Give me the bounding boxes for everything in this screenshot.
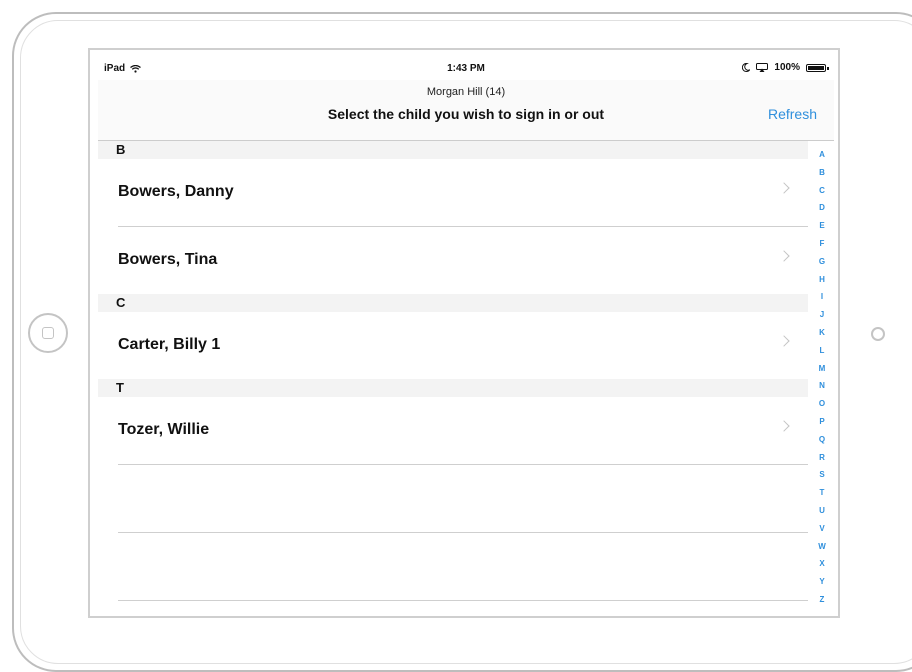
child-name: Bowers, Tina [118,251,218,268]
index-letter-z[interactable]: Z [812,591,832,609]
status-time: 1:43 PM [447,63,485,74]
screen-content: iPad 1:43 PM 100% Morgan Hill (14) Selec… [98,56,834,612]
refresh-button[interactable]: Refresh [768,106,817,122]
index-letter-k[interactable]: K [812,324,832,342]
child-name: Bowers, Danny [118,183,234,200]
row-separator [118,600,808,601]
empty-row [98,533,808,601]
empty-row [98,465,808,533]
moon-icon [742,63,751,72]
chevron-right-icon [778,420,790,432]
index-letter-g[interactable]: G [812,253,832,271]
index-letter-o[interactable]: O [812,395,832,413]
battery-fill [808,65,824,70]
section-header-t: T [98,379,808,397]
index-letter-x[interactable]: X [812,555,832,573]
index-letter-l[interactable]: L [812,342,832,360]
section-header-c: C [98,294,808,312]
nav-title: Select the child you wish to sign in or … [327,106,605,122]
index-letter-j[interactable]: J [812,306,832,324]
section-index[interactable]: A B C D E F G H I J K L M N O P Q R S T … [812,146,832,609]
index-letter-w[interactable]: W [812,538,832,556]
chevron-right-icon [778,335,790,347]
index-letter-t[interactable]: T [812,484,832,502]
battery-icon [806,63,829,72]
index-letter-s[interactable]: S [812,466,832,484]
index-letter-c[interactable]: C [812,182,832,200]
child-name: Tozer, Willie [118,421,210,438]
chevron-right-icon [778,182,790,194]
index-letter-a[interactable]: A [812,146,832,164]
status-right: 100% [742,62,829,73]
list-item-bowers-danny[interactable]: Bowers, Danny [98,159,808,227]
index-letter-n[interactable]: N [812,377,832,395]
nav-bar: Morgan Hill (14) Select the child you wi… [98,80,834,141]
battery-percent: 100% [774,62,800,73]
status-bar: iPad 1:43 PM 100% [98,56,834,80]
index-letter-v[interactable]: V [812,520,832,538]
index-letter-y[interactable]: Y [812,573,832,591]
index-letter-m[interactable]: M [812,360,832,378]
list-item-carter-billy[interactable]: Carter, Billy 1 [98,312,808,379]
index-letter-e[interactable]: E [812,217,832,235]
index-letter-h[interactable]: H [812,271,832,289]
children-list: B Bowers, Danny Bowers, Tina C Carter, B… [98,141,808,601]
list-item-bowers-tina[interactable]: Bowers, Tina [98,227,808,294]
home-button[interactable] [28,313,68,353]
index-letter-p[interactable]: P [812,413,832,431]
index-letter-d[interactable]: D [812,199,832,217]
section-header-b: B [98,141,808,159]
airplay-icon [756,63,769,72]
index-letter-r[interactable]: R [812,449,832,467]
chevron-right-icon [778,250,790,262]
home-button-icon [42,327,54,339]
child-name: Carter, Billy 1 [118,336,221,353]
camera-icon [871,327,885,341]
nav-subtitle: Morgan Hill (14) [426,86,506,98]
index-letter-u[interactable]: U [812,502,832,520]
index-letter-b[interactable]: B [812,164,832,182]
list-item-tozer-willie[interactable]: Tozer, Willie [98,397,808,465]
device-screen: iPad 1:43 PM 100% Morgan Hill (14) Selec… [88,48,840,618]
index-letter-q[interactable]: Q [812,431,832,449]
index-letter-f[interactable]: F [812,235,832,253]
index-letter-i[interactable]: I [812,288,832,306]
